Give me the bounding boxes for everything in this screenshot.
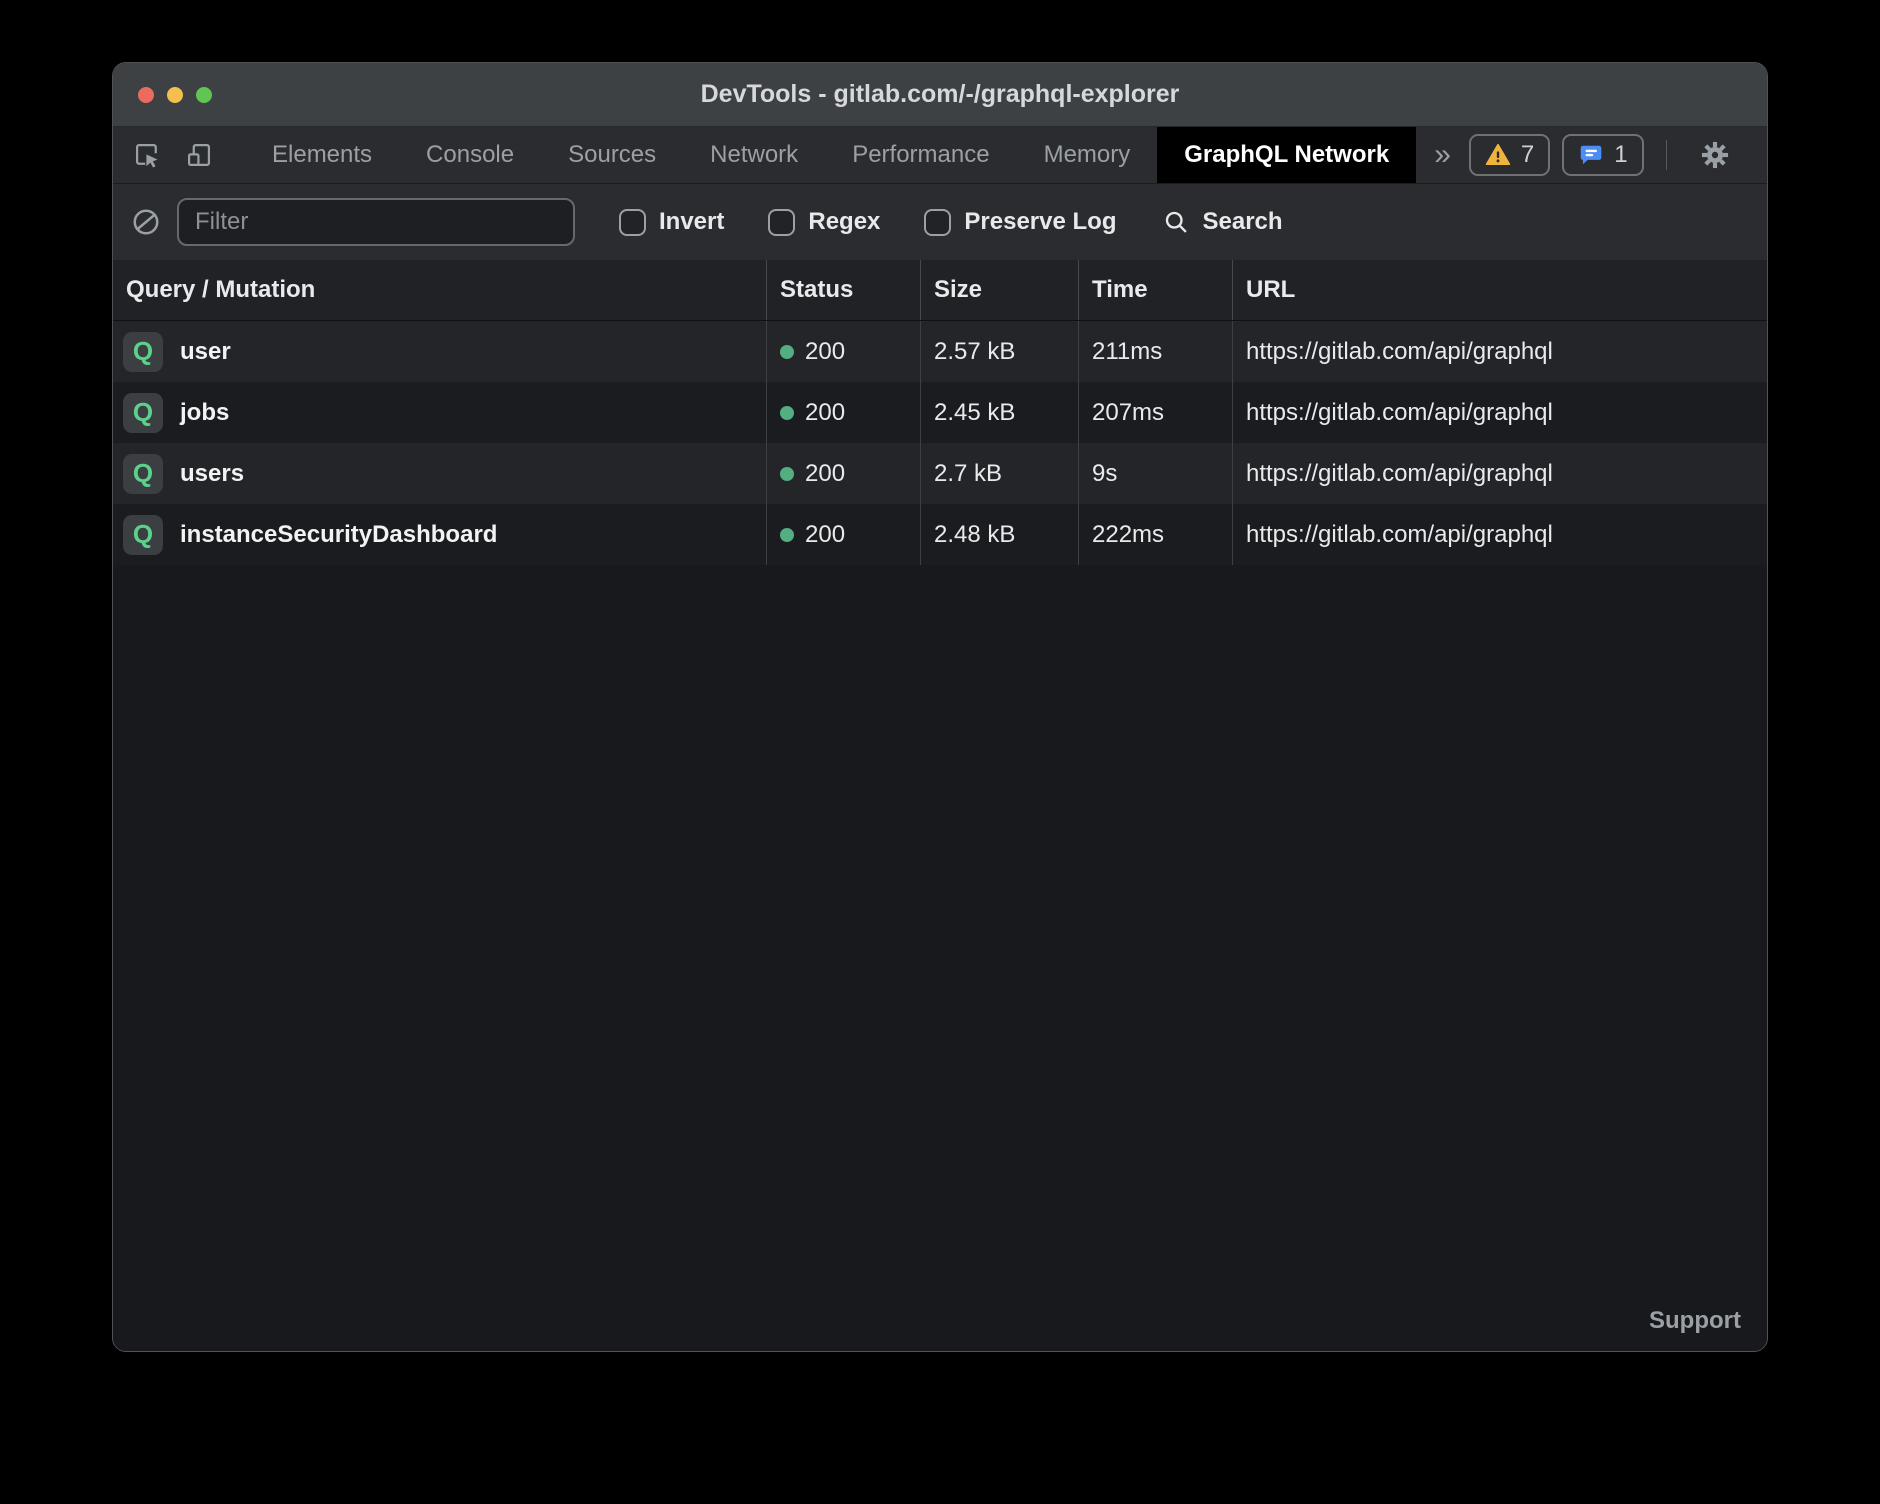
status-ok-dot-icon xyxy=(780,528,794,542)
query-cell: Q jobs xyxy=(113,382,766,443)
kebab-menu-icon xyxy=(1763,141,1768,169)
support-link[interactable]: Support xyxy=(1649,1307,1767,1351)
search-label: Search xyxy=(1202,208,1282,236)
size-cell: 2.45 kB xyxy=(920,382,1078,443)
invert-checkbox[interactable] xyxy=(619,209,646,236)
inspect-element-button[interactable] xyxy=(113,127,173,183)
query-name: jobs xyxy=(180,399,229,427)
table-row[interactable]: Q instanceSecurityDashboard 200 2.48 kB … xyxy=(113,504,1767,565)
status-code: 200 xyxy=(805,399,845,427)
chevron-double-right-icon: » xyxy=(1434,138,1451,172)
tabbar-right-controls: 7 1 xyxy=(1469,127,1768,183)
devtools-tabbar: Elements Console Sources Network Perform… xyxy=(113,127,1767,184)
invert-checkbox-group[interactable]: Invert xyxy=(619,208,724,236)
panel-empty-area: Support xyxy=(113,565,1767,1351)
url-cell: https://gitlab.com/api/graphql xyxy=(1232,321,1767,382)
column-header-status[interactable]: Status xyxy=(766,260,920,320)
size-cell: 2.48 kB xyxy=(920,504,1078,565)
column-header-size[interactable]: Size xyxy=(920,260,1078,320)
toolbar-divider xyxy=(1666,140,1667,170)
size-cell: 2.57 kB xyxy=(920,321,1078,382)
size-cell: 2.7 kB xyxy=(920,443,1078,504)
clear-log-button[interactable] xyxy=(131,207,161,237)
titlebar: DevTools - gitlab.com/-/graphql-explorer xyxy=(113,63,1767,127)
time-cell: 207ms xyxy=(1078,382,1232,443)
more-tabs-button[interactable]: » xyxy=(1416,127,1469,183)
search-button[interactable]: Search xyxy=(1162,208,1282,236)
messages-badge[interactable]: 1 xyxy=(1562,134,1643,176)
status-ok-dot-icon xyxy=(780,406,794,420)
traffic-lights xyxy=(138,87,212,103)
table-row[interactable]: Q users 200 2.7 kB 9s https://gitlab.com… xyxy=(113,443,1767,504)
tab-sources[interactable]: Sources xyxy=(541,127,683,183)
warnings-badge[interactable]: 7 xyxy=(1469,134,1550,176)
query-type-badge: Q xyxy=(123,393,163,433)
invert-label: Invert xyxy=(659,208,724,236)
device-toolbar-button[interactable] xyxy=(173,127,225,183)
preserve-log-label: Preserve Log xyxy=(964,208,1116,236)
filter-input[interactable] xyxy=(177,198,575,246)
devtools-window: DevTools - gitlab.com/-/graphql-explorer… xyxy=(112,62,1768,1352)
url-cell: https://gitlab.com/api/graphql xyxy=(1232,382,1767,443)
block-circle-icon xyxy=(131,207,161,237)
status-cell: 200 xyxy=(766,504,920,565)
table-row[interactable]: Q user 200 2.57 kB 211ms https://gitlab.… xyxy=(113,321,1767,382)
column-header-time[interactable]: Time xyxy=(1078,260,1232,320)
time-cell: 222ms xyxy=(1078,504,1232,565)
status-ok-dot-icon xyxy=(780,467,794,481)
query-type-badge: Q xyxy=(123,515,163,555)
query-cell: Q instanceSecurityDashboard xyxy=(113,504,766,565)
device-toolbar-icon xyxy=(185,141,213,169)
status-code: 200 xyxy=(805,460,845,488)
preserve-log-checkbox-group[interactable]: Preserve Log xyxy=(924,208,1116,236)
warnings-count: 7 xyxy=(1521,141,1534,169)
messages-count: 1 xyxy=(1614,141,1627,169)
table-row[interactable]: Q jobs 200 2.45 kB 207ms https://gitlab.… xyxy=(113,382,1767,443)
status-code: 200 xyxy=(805,521,845,549)
gear-icon xyxy=(1699,139,1731,171)
url-cell: https://gitlab.com/api/graphql xyxy=(1232,504,1767,565)
status-code: 200 xyxy=(805,338,845,366)
tab-elements[interactable]: Elements xyxy=(245,127,399,183)
zoom-button[interactable] xyxy=(196,87,212,103)
column-header-query-mutation[interactable]: Query / Mutation xyxy=(113,260,766,320)
tab-performance[interactable]: Performance xyxy=(825,127,1016,183)
search-icon xyxy=(1162,208,1190,236)
query-cell: Q user xyxy=(113,321,766,382)
regex-checkbox-group[interactable]: Regex xyxy=(768,208,880,236)
query-name: user xyxy=(180,338,231,366)
url-cell: https://gitlab.com/api/graphql xyxy=(1232,443,1767,504)
close-button[interactable] xyxy=(138,87,154,103)
query-name: instanceSecurityDashboard xyxy=(180,521,497,549)
status-cell: 200 xyxy=(766,382,920,443)
tab-memory[interactable]: Memory xyxy=(1017,127,1158,183)
minimize-button[interactable] xyxy=(167,87,183,103)
tab-graphql-network[interactable]: GraphQL Network xyxy=(1157,127,1416,183)
regex-label: Regex xyxy=(808,208,880,236)
tab-console[interactable]: Console xyxy=(399,127,541,183)
query-type-badge: Q xyxy=(123,332,163,372)
preserve-log-checkbox[interactable] xyxy=(924,209,951,236)
more-options-button[interactable] xyxy=(1753,141,1768,169)
requests-table-header: Query / Mutation Status Size Time URL xyxy=(113,260,1767,321)
column-header-url[interactable]: URL xyxy=(1232,260,1767,320)
time-cell: 211ms xyxy=(1078,321,1232,382)
inspect-cursor-icon xyxy=(133,141,161,169)
settings-button[interactable] xyxy=(1689,139,1741,171)
window-title: DevTools - gitlab.com/-/graphql-explorer xyxy=(113,80,1767,109)
query-type-badge: Q xyxy=(123,454,163,494)
status-cell: 200 xyxy=(766,321,920,382)
query-name: users xyxy=(180,460,244,488)
regex-checkbox[interactable] xyxy=(768,209,795,236)
message-bubble-icon xyxy=(1578,142,1604,168)
tab-network[interactable]: Network xyxy=(683,127,825,183)
warning-triangle-icon xyxy=(1485,142,1511,168)
status-cell: 200 xyxy=(766,443,920,504)
filter-toolbar: Invert Regex Preserve Log Search xyxy=(113,184,1767,260)
query-cell: Q users xyxy=(113,443,766,504)
status-ok-dot-icon xyxy=(780,345,794,359)
time-cell: 9s xyxy=(1078,443,1232,504)
